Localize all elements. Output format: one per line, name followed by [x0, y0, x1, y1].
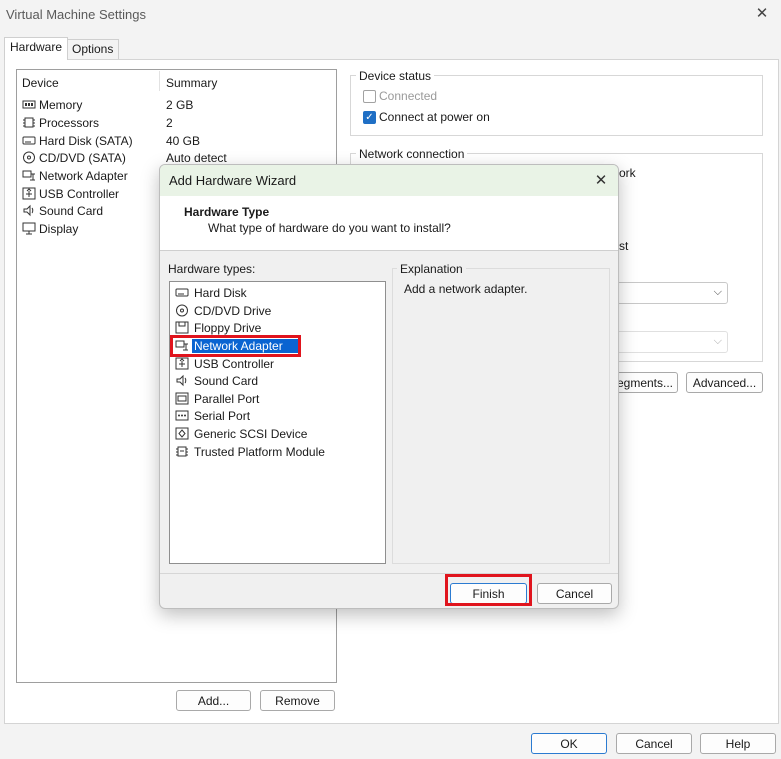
hardware-types-label: Hardware types: — [168, 262, 256, 276]
wizard-title-bar: Add Hardware Wizard — [160, 165, 618, 196]
hw-type-label: USB Controller — [194, 356, 275, 371]
hw-type-label: Generic SCSI Device — [194, 426, 308, 441]
cd-dvd-icon — [22, 151, 36, 164]
tab-hardware[interactable]: Hardware — [4, 37, 69, 60]
hw-type-generic-scsi[interactable]: Generic SCSI Device — [175, 425, 309, 442]
wizard-heading: Hardware Type — [184, 205, 270, 219]
explanation-group — [392, 268, 610, 564]
device-row-display[interactable]: Display — [22, 220, 162, 237]
wizard-footer-separator — [160, 573, 618, 574]
parallel-port-icon — [175, 392, 189, 405]
hw-type-label: Hard Disk — [194, 285, 247, 300]
device-column-header[interactable]: Device — [22, 76, 59, 90]
hw-type-parallel-port[interactable]: Parallel Port — [175, 390, 261, 407]
floppy-icon — [175, 321, 189, 334]
connect-at-power-on-label: Connect at power on — [379, 110, 490, 124]
device-name: Memory — [39, 97, 83, 112]
connect-at-power-on-row[interactable]: ✓ Connect at power on — [363, 110, 490, 124]
network-option-partial-text: ork — [619, 166, 636, 180]
device-name: CD/DVD (SATA) — [39, 150, 126, 165]
summary-column-header[interactable]: Summary — [166, 76, 217, 90]
device-row-network-adapter[interactable]: Network Adapter — [22, 167, 162, 184]
wizard-subheading: What type of hardware do you want to ins… — [208, 221, 451, 235]
device-name: Display — [39, 221, 79, 236]
serial-port-icon — [175, 409, 189, 422]
advanced-button[interactable]: Advanced... — [686, 372, 763, 393]
hw-type-label: Trusted Platform Module — [194, 444, 325, 459]
device-name: USB Controller — [39, 186, 120, 201]
hw-type-usb-controller[interactable]: USB Controller — [175, 355, 276, 372]
help-button[interactable]: Help — [700, 733, 776, 754]
network-combo[interactable]: ⌵ — [605, 282, 728, 304]
connected-checkbox-row[interactable]: Connected — [363, 89, 437, 103]
wizard-close-icon[interactable]: ✕ — [590, 170, 612, 190]
hw-type-label: Serial Port — [194, 408, 251, 423]
network-adapter-highlight — [170, 335, 301, 357]
device-summary: 2 — [166, 115, 173, 130]
sound-icon — [22, 204, 36, 217]
wizard-header: Hardware Type What type of hardware do y… — [160, 196, 618, 251]
finish-highlight — [445, 574, 532, 606]
device-row-cd-dvd[interactable]: CD/DVD (SATA) — [22, 149, 162, 166]
device-summary: 40 GB — [166, 133, 201, 148]
device-summary: 2 GB — [166, 97, 194, 112]
device-status-group — [350, 75, 763, 136]
add-hardware-wizard-dialog: Add Hardware Wizard ✕ Hardware Type What… — [159, 164, 619, 609]
hw-type-tpm[interactable]: Trusted Platform Module — [175, 443, 327, 460]
device-name: Network Adapter — [39, 168, 128, 183]
window-close-icon[interactable]: ✕ — [751, 3, 773, 23]
sound-icon — [175, 374, 189, 387]
wizard-title: Add Hardware Wizard — [169, 173, 297, 188]
device-row-memory[interactable]: Memory — [22, 96, 162, 113]
ok-button[interactable]: OK — [531, 733, 607, 754]
network-option-partial-text: st — [619, 239, 629, 253]
device-name: Hard Disk (SATA) — [39, 133, 133, 148]
scsi-icon — [175, 427, 189, 440]
cancel-button[interactable]: Cancel — [616, 733, 692, 754]
hw-type-serial-port[interactable]: Serial Port — [175, 407, 252, 424]
connect-at-power-on-checkbox[interactable]: ✓ — [363, 110, 376, 124]
network-combo-disabled[interactable]: ⌵ — [605, 331, 728, 353]
hard-disk-icon — [175, 286, 189, 299]
device-row-hard-disk[interactable]: Hard Disk (SATA) — [22, 132, 162, 149]
column-separator — [159, 71, 160, 91]
hw-type-cd-dvd[interactable]: CD/DVD Drive — [175, 302, 273, 319]
device-row-processors[interactable]: Processors — [22, 114, 162, 131]
hw-type-label: CD/DVD Drive — [194, 303, 272, 318]
tab-options[interactable]: Options — [66, 39, 120, 59]
display-icon — [22, 222, 36, 235]
remove-device-button[interactable]: Remove — [260, 690, 335, 711]
device-status-label: Device status — [356, 69, 435, 83]
usb-icon — [175, 357, 189, 370]
explanation-text: Add a network adapter. — [404, 282, 528, 296]
chevron-down-icon: ⌵ — [713, 335, 722, 347]
hard-disk-icon — [22, 134, 36, 147]
processor-icon — [22, 116, 36, 129]
add-device-button[interactable]: Add... — [176, 690, 251, 711]
explanation-label: Explanation — [397, 262, 466, 276]
hw-type-label: Sound Card — [194, 373, 259, 388]
device-row-sound-card[interactable]: Sound Card — [22, 202, 162, 219]
window-title: Virtual Machine Settings — [6, 7, 146, 22]
hw-type-hard-disk[interactable]: Hard Disk — [175, 284, 249, 301]
usb-icon — [22, 187, 36, 200]
device-name: Processors — [39, 115, 100, 130]
wizard-cancel-button[interactable]: Cancel — [537, 583, 612, 604]
memory-icon — [22, 98, 36, 111]
hw-type-label: Floppy Drive — [194, 320, 262, 335]
connected-label: Connected — [379, 89, 438, 103]
hw-type-label: Parallel Port — [194, 391, 260, 406]
tpm-icon — [175, 445, 189, 458]
network-connection-label: Network connection — [356, 147, 468, 161]
network-adapter-icon — [22, 169, 36, 182]
hw-type-sound-card[interactable]: Sound Card — [175, 372, 260, 389]
device-name: Sound Card — [39, 203, 104, 218]
chevron-down-icon: ⌵ — [713, 286, 722, 298]
connected-checkbox[interactable] — [363, 89, 376, 103]
hw-type-floppy[interactable]: Floppy Drive — [175, 319, 263, 336]
device-row-usb-controller[interactable]: USB Controller — [22, 185, 162, 202]
cd-dvd-icon — [175, 304, 189, 317]
